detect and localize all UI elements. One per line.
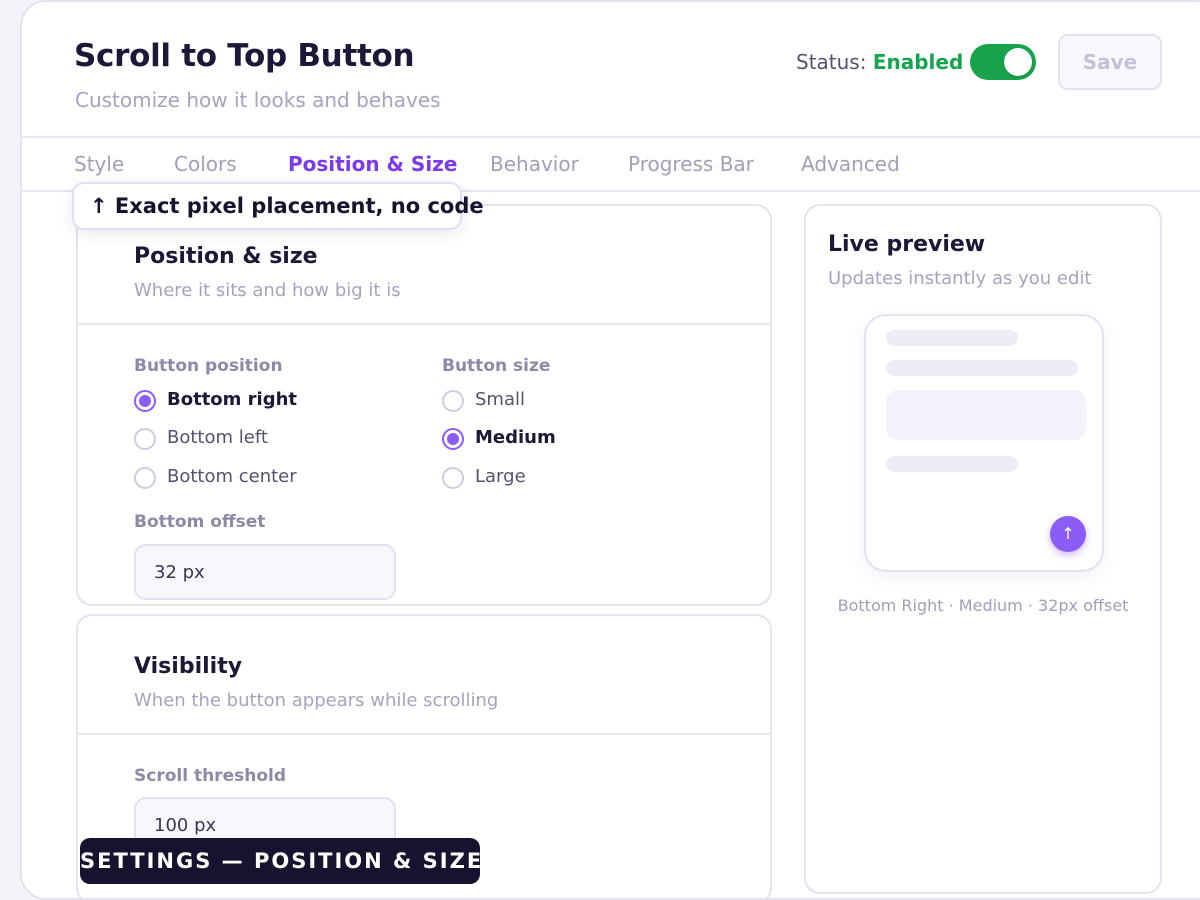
radio-unchecked-icon <box>134 467 156 489</box>
button-position-label: Button position <box>134 356 283 376</box>
bottom-offset-input[interactable] <box>134 544 396 600</box>
section-badge: SETTINGS — POSITION & SIZE <box>80 838 481 884</box>
visibility-title: Visibility <box>134 654 243 679</box>
position-size-title: Position & size <box>134 244 318 269</box>
button-size-label: Button size <box>442 356 551 376</box>
tab-position-size[interactable]: Position & Size <box>288 152 457 176</box>
radio-label: Bottom left <box>167 427 268 448</box>
skeleton-block <box>886 390 1086 440</box>
enable-toggle[interactable] <box>970 44 1036 80</box>
radio-checked-icon <box>134 390 156 412</box>
skeleton-line <box>886 360 1078 376</box>
arrow-up-icon: ↑ <box>1050 516 1086 552</box>
card-divider <box>78 733 770 735</box>
tab-style[interactable]: Style <box>74 152 124 176</box>
tab-advanced[interactable]: Advanced <box>801 152 900 176</box>
radio-label: Large <box>475 466 526 487</box>
live-preview-subtitle: Updates instantly as you edit <box>828 268 1092 289</box>
page-title: Scroll to Top Button <box>74 38 415 74</box>
preview-device: ↑ <box>864 314 1104 572</box>
live-preview-card: Live preview Updates instantly as you ed… <box>804 204 1162 894</box>
radio-unchecked-icon <box>442 390 464 412</box>
radio-checked-icon <box>442 428 464 450</box>
radio-unchecked-icon <box>134 428 156 450</box>
radio-label: Small <box>475 389 525 410</box>
tab-progress-bar[interactable]: Progress Bar <box>628 152 754 176</box>
radio-label: Bottom center <box>167 466 297 487</box>
radio-unchecked-icon <box>442 467 464 489</box>
app-window: Scroll to Top Button Customize how it lo… <box>20 0 1200 900</box>
live-preview-title: Live preview <box>828 232 986 257</box>
bottom-offset-label: Bottom offset <box>134 512 266 532</box>
skeleton-line <box>886 330 1018 346</box>
status-label: Status: <box>796 50 867 74</box>
toggle-knob <box>1004 48 1032 76</box>
radio-label: Medium <box>475 427 556 448</box>
card-divider <box>78 323 770 325</box>
tab-colors[interactable]: Colors <box>174 152 237 176</box>
tab-behavior[interactable]: Behavior <box>490 152 579 176</box>
scroll-threshold-label: Scroll threshold <box>134 766 286 786</box>
status-value: Enabled <box>872 50 964 74</box>
radio-label: Bottom right <box>167 389 298 410</box>
position-size-description: Where it sits and how big it is <box>134 280 401 301</box>
skeleton-line <box>886 456 1018 472</box>
header-divider <box>22 136 1200 138</box>
save-button[interactable]: Save <box>1058 34 1162 90</box>
position-size-card: Position & size Where it sits and how bi… <box>76 204 772 606</box>
visibility-description: When the button appears while scrolling <box>134 690 499 711</box>
preview-caption: Bottom Right · Medium · 32px offset <box>837 596 1129 615</box>
page-subtitle: Customize how it looks and behaves <box>75 88 441 112</box>
status-indicator: Status: Enabled <box>796 50 963 74</box>
feature-callout: ↑ Exact pixel placement, no code <box>72 182 484 230</box>
